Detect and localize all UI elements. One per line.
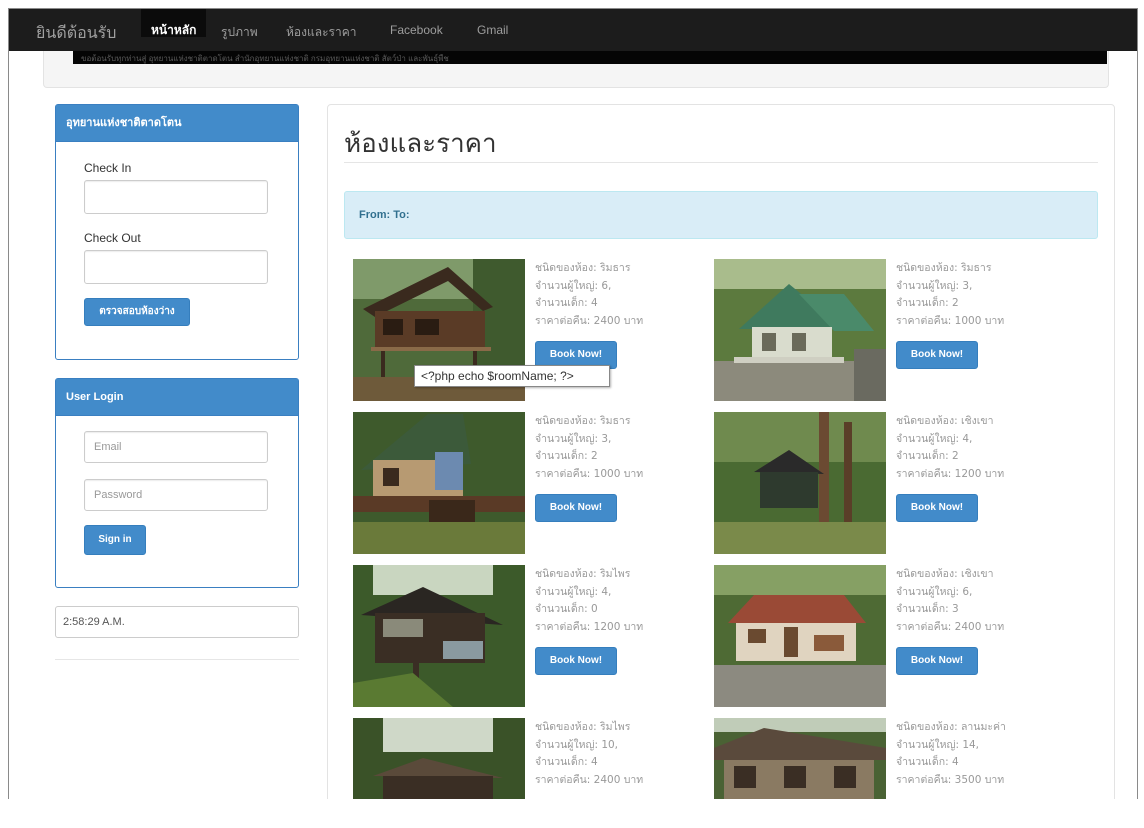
room-details: ชนิดของห้อง: ริมไพร จำนวนผู้ใหญ่: 4, จำน… [535, 566, 643, 636]
nav-item-rooms[interactable]: ห้องและราคา [286, 23, 356, 51]
browser-viewport: ยินดีต้อนรับ หน้าหลัก รูปภาพ ห้องและราคา… [8, 8, 1138, 799]
nav-item-gmail[interactable]: Gmail [477, 23, 508, 51]
room-price: ราคาต่อคืน: 1200 บาท [535, 620, 644, 633]
room-photo[interactable] [353, 565, 525, 707]
room-adults: จำนวนผู้ใหญ่: 14, [896, 738, 980, 751]
marquee-text: ขอต้อนรับทุกท่านสู่ อุทยานแห่งชาติตาดโตน… [81, 54, 449, 63]
room-children: จำนวนเด็ก: 2 [535, 450, 598, 462]
room-type: ชนิดของห้อง: ริมธาร [896, 262, 992, 274]
room-card: ชนิดของห้อง: เชิงเขา จำนวนผู้ใหญ่: 6, จำ… [714, 565, 1074, 715]
room-adults: จำนวนผู้ใหญ่: 6, [535, 279, 612, 292]
room-details: ชนิดของห้อง: ลานมะค่า จำนวนผู้ใหญ่: 14, … [896, 719, 1006, 789]
room-details: ชนิดของห้อง: ริมธาร จำนวนผู้ใหญ่: 3, จำน… [896, 260, 1004, 330]
book-now-button[interactable]: Book Now! [535, 494, 617, 522]
checkin-input[interactable] [84, 180, 268, 214]
marquee-bar: ขอต้อนรับทุกท่านสู่ อุทยานแห่งชาติตาดโตน… [73, 51, 1107, 64]
room-details: ชนิดของห้อง: ริมธาร จำนวนผู้ใหญ่: 6, จำน… [535, 260, 643, 330]
book-now-button[interactable]: Book Now! [896, 494, 978, 522]
room-photo[interactable] [714, 412, 886, 554]
password-input[interactable]: Password [84, 479, 268, 511]
check-availability-button[interactable]: ตรวจสอบห้องว่าง [84, 298, 190, 326]
room-type: ชนิดของห้อง: ริมไพร [535, 721, 631, 733]
navbar-brand[interactable]: ยินดีต้อนรับ [36, 21, 116, 46]
room-price: ราคาต่อคืน: 2400 บาท [535, 773, 644, 786]
room-card: ชนิดของห้อง: ริมธาร จำนวนผู้ใหญ่: 3, จำน… [714, 259, 1074, 409]
room-children: จำนวนเด็ก: 0 [535, 603, 598, 615]
checkout-input[interactable] [84, 250, 268, 284]
room-adults: จำนวนผู้ใหญ่: 3, [896, 279, 973, 292]
room-details: ชนิดของห้อง: ริมธาร จำนวนผู้ใหญ่: 3, จำน… [535, 413, 643, 483]
room-adults: จำนวนผู้ใหญ่: 10, [535, 738, 619, 751]
nav-item-photos[interactable]: รูปภาพ [221, 23, 258, 51]
room-price: ราคาต่อคืน: 3500 บาท [896, 773, 1005, 786]
page-title: ห้องและราคา [344, 129, 497, 159]
top-navbar: ยินดีต้อนรับ หน้าหลัก รูปภาพ ห้องและราคา… [9, 9, 1137, 51]
nav-item-home[interactable]: หน้าหลัก [141, 9, 207, 37]
room-details: ชนิดของห้อง: ริมไพร จำนวนผู้ใหญ่: 10, จำ… [535, 719, 643, 789]
room-card: ชนิดของห้อง: ริมไพร จำนวนผู้ใหญ่: 4, จำน… [353, 565, 713, 715]
room-children: จำนวนเด็ก: 2 [896, 297, 959, 309]
room-type: ชนิดของห้อง: ริมธาร [535, 415, 631, 427]
room-type: ชนิดของห้อง: เชิงเขา [896, 415, 994, 427]
checkin-label: Check In [84, 161, 132, 175]
room-adults: จำนวนผู้ใหญ่: 4, [896, 432, 973, 445]
room-children: จำนวนเด็ก: 4 [896, 756, 959, 768]
booking-panel-heading: อุทยานแห่งชาติตาดโตน [56, 105, 298, 142]
room-price: ราคาต่อคืน: 1000 บาท [896, 314, 1005, 327]
room-card: ชนิดของห้อง: ริมไพร จำนวนผู้ใหญ่: 10, จำ… [353, 718, 713, 799]
room-adults: จำนวนผู้ใหญ่: 4, [535, 585, 612, 598]
room-photo[interactable] [353, 412, 525, 554]
room-name-tooltip: <?php echo $roomName; ?> [414, 365, 610, 387]
room-card: ชนิดของห้อง: ลานมะค่า จำนวนผู้ใหญ่: 14, … [714, 718, 1074, 799]
room-price: ราคาต่อคืน: 1000 บาท [535, 467, 644, 480]
room-photo[interactable] [714, 259, 886, 401]
room-price: ราคาต่อคืน: 2400 บาท [535, 314, 644, 327]
login-panel: User Login Email Password Sign in [55, 378, 299, 588]
room-type: ชนิดของห้อง: เชิงเขา [896, 568, 994, 580]
nav-item-facebook[interactable]: Facebook [390, 23, 443, 51]
room-details: ชนิดของห้อง: เชิงเขา จำนวนผู้ใหญ่: 6, จำ… [896, 566, 1004, 636]
checkout-label: Check Out [84, 231, 141, 245]
room-photo[interactable] [353, 718, 525, 799]
room-card: ชนิดของห้อง: ริมธาร จำนวนผู้ใหญ่: 3, จำน… [353, 412, 713, 562]
title-divider [344, 162, 1098, 163]
email-input[interactable]: Email [84, 431, 268, 463]
room-adults: จำนวนผู้ใหญ่: 3, [535, 432, 612, 445]
room-photo[interactable] [714, 565, 886, 707]
sign-in-button[interactable]: Sign in [84, 525, 146, 555]
sidebar-divider [55, 659, 299, 660]
rooms-panel: ห้องและราคา From: To: ชนิดของห้อง: ริมธา… [327, 104, 1115, 799]
room-children: จำนวนเด็ก: 4 [535, 756, 598, 768]
login-panel-heading: User Login [56, 379, 298, 416]
book-now-button[interactable]: Book Now! [535, 647, 617, 675]
date-range-text: From: To: [359, 209, 410, 221]
room-price: ราคาต่อคืน: 2400 บาท [896, 620, 1005, 633]
book-now-button[interactable]: Book Now! [896, 341, 978, 369]
room-photo[interactable] [714, 718, 886, 799]
date-range-alert: From: To: [344, 191, 1098, 239]
room-type: ชนิดของห้อง: ริมไพร [535, 568, 631, 580]
room-type: ชนิดของห้อง: ลานมะค่า [896, 721, 1006, 733]
room-adults: จำนวนผู้ใหญ่: 6, [896, 585, 973, 598]
room-children: จำนวนเด็ก: 4 [535, 297, 598, 309]
room-card: ชนิดของห้อง: เชิงเขา จำนวนผู้ใหญ่: 4, จำ… [714, 412, 1074, 562]
room-children: จำนวนเด็ก: 3 [896, 603, 959, 615]
room-price: ราคาต่อคืน: 1200 บาท [896, 467, 1005, 480]
clock-display: 2:58:29 A.M. [55, 606, 299, 638]
room-children: จำนวนเด็ก: 2 [896, 450, 959, 462]
room-details: ชนิดของห้อง: เชิงเขา จำนวนผู้ใหญ่: 4, จำ… [896, 413, 1004, 483]
booking-panel: อุทยานแห่งชาติตาดโตน Check In Check Out … [55, 104, 299, 360]
room-type: ชนิดของห้อง: ริมธาร [535, 262, 631, 274]
book-now-button[interactable]: Book Now! [896, 647, 978, 675]
